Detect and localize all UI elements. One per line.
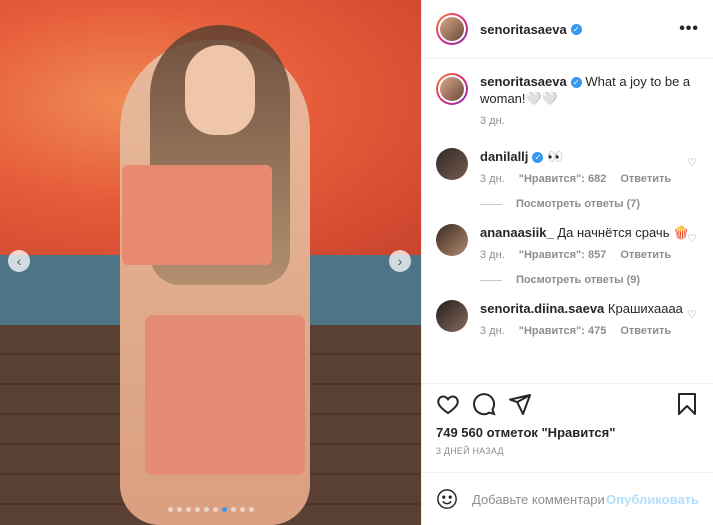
carousel-dot bbox=[221, 507, 227, 512]
comment-item: danilallj ✓ 👀 3 дн. "Нравится": 682 Ответ… bbox=[436, 148, 699, 188]
paper-plane-icon[interactable] bbox=[508, 392, 532, 416]
heart-icon[interactable]: ♡ bbox=[687, 232, 697, 245]
comment-input[interactable] bbox=[470, 490, 607, 508]
post-media[interactable]: ‹ › bbox=[0, 0, 421, 525]
chevron-right-icon: › bbox=[397, 253, 403, 269]
verified-badge-icon: ✓ bbox=[570, 23, 582, 35]
comment-text: 👀 bbox=[547, 149, 564, 164]
bookmark-icon[interactable] bbox=[675, 392, 699, 416]
comment-username[interactable]: ananaasiik_ bbox=[480, 225, 554, 240]
comment-time: 3 дн. bbox=[480, 173, 505, 185]
comment-like-count[interactable]: "Нравится": 475 bbox=[519, 323, 607, 340]
caption-time: 3 дн. bbox=[480, 115, 505, 127]
heart-icon[interactable]: ♡ bbox=[687, 156, 697, 169]
comment-username[interactable]: senorita.diina.saeva bbox=[480, 301, 604, 316]
avatar[interactable] bbox=[436, 13, 468, 45]
comment-item: ananaasiik_ Да начнётся срачь 🍿 3 дн. "Н… bbox=[436, 224, 699, 264]
avatar[interactable] bbox=[436, 224, 468, 256]
carousel-dot bbox=[167, 507, 173, 512]
caption: senoritasaeva ✓ What a joy to be a woman!… bbox=[436, 73, 699, 130]
avatar[interactable] bbox=[436, 148, 468, 180]
view-replies-button[interactable]: Посмотреть ответы (7) bbox=[480, 198, 699, 210]
verified-badge-icon: ✓ bbox=[570, 77, 582, 88]
more-options-icon[interactable]: ••• bbox=[679, 20, 699, 38]
view-replies-label: Посмотреть ответы (7) bbox=[516, 198, 641, 210]
chevron-left-icon: ‹ bbox=[16, 253, 22, 269]
reply-button[interactable]: Ответить bbox=[620, 171, 671, 188]
comment-like-count[interactable]: "Нравится": 857 bbox=[519, 247, 607, 264]
caption-username[interactable]: senoritasaeva bbox=[480, 74, 567, 89]
likes-count[interactable]: 749 560 отметок "Нравится" bbox=[422, 424, 713, 442]
person-face bbox=[185, 45, 255, 135]
comment-text: Крашихаааа bbox=[607, 301, 683, 316]
carousel-indicator bbox=[0, 507, 421, 512]
add-comment-bar: Опубликовать bbox=[422, 472, 713, 525]
comment-like-count[interactable]: "Нравится": 682 bbox=[519, 171, 607, 188]
post-timestamp[interactable]: 3 ДНЕЙ НАЗАД bbox=[422, 442, 713, 462]
carousel-dot bbox=[203, 507, 209, 512]
reply-button[interactable]: Ответить bbox=[620, 247, 671, 264]
carousel-prev-button[interactable]: ‹ bbox=[8, 250, 30, 272]
carousel-dot bbox=[248, 507, 254, 512]
comment-time: 3 дн. bbox=[480, 249, 505, 261]
crochet-top bbox=[122, 165, 272, 265]
post-header: senoritasaeva ✓ ••• bbox=[422, 0, 713, 59]
carousel-dot bbox=[239, 507, 245, 512]
carousel-dot bbox=[176, 507, 182, 512]
action-bar bbox=[422, 383, 713, 424]
heart-icon[interactable] bbox=[436, 392, 460, 416]
comment-icon[interactable] bbox=[472, 392, 496, 416]
heart-icon[interactable]: ♡ bbox=[687, 308, 697, 321]
post-side-panel: senoritasaeva ✓ ••• senoritasaeva ✓ What … bbox=[421, 0, 713, 525]
author-username[interactable]: senoritasaeva bbox=[480, 22, 567, 37]
verified-badge-icon: ✓ bbox=[532, 152, 544, 163]
reply-button[interactable]: Ответить bbox=[620, 323, 671, 340]
view-replies-button[interactable]: Посмотреть ответы (9) bbox=[480, 274, 699, 286]
comment-time: 3 дн. bbox=[480, 325, 505, 337]
divider bbox=[480, 279, 502, 281]
carousel-next-button[interactable]: › bbox=[389, 250, 411, 272]
carousel-dot bbox=[194, 507, 200, 512]
carousel-dot bbox=[185, 507, 191, 512]
comment-text: Да начнётся срачь 🍿 bbox=[557, 225, 690, 240]
carousel-dot bbox=[212, 507, 218, 512]
avatar[interactable] bbox=[436, 73, 468, 105]
avatar[interactable] bbox=[436, 300, 468, 332]
smiley-icon[interactable] bbox=[436, 488, 458, 510]
carousel-dot bbox=[230, 507, 236, 512]
crochet-skirt bbox=[145, 315, 305, 475]
comments-list: senoritasaeva ✓ What a joy to be a woman!… bbox=[422, 59, 713, 383]
publish-button[interactable]: Опубликовать bbox=[606, 492, 699, 507]
comment-item: senorita.diina.saeva Крашихаааа 3 дн. "Н… bbox=[436, 300, 699, 340]
comment-username[interactable]: danilallj bbox=[480, 149, 528, 164]
divider bbox=[480, 203, 502, 205]
view-replies-label: Посмотреть ответы (9) bbox=[516, 274, 641, 286]
instagram-post: ‹ › senoritasaeva ✓ ••• senoritasaeva✓ bbox=[0, 0, 713, 525]
